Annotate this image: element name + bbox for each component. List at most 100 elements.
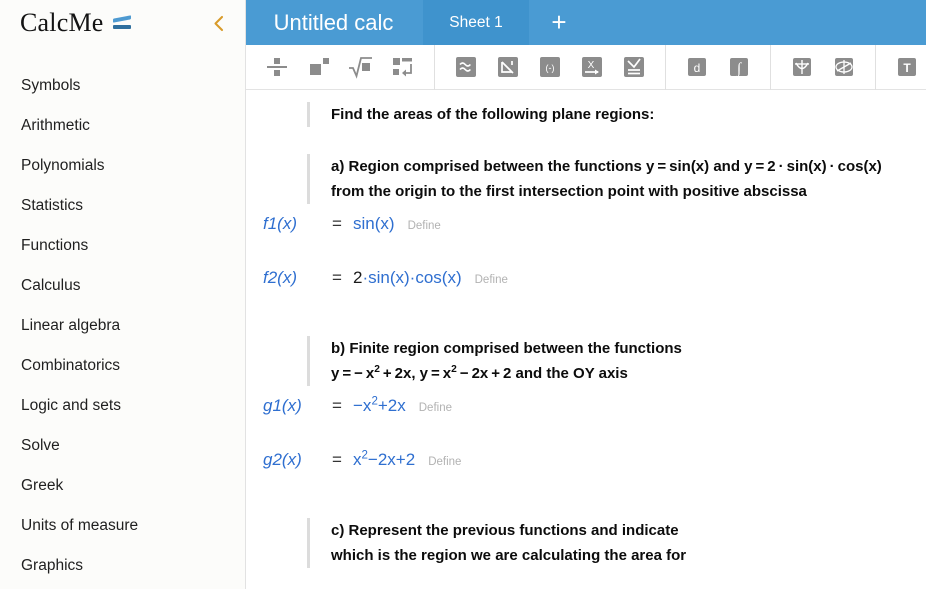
part-b-line-2-a: y = − x xyxy=(331,365,375,382)
formula-g1-a: −x xyxy=(353,396,372,415)
sidebar-item-label: Calculus xyxy=(21,277,81,294)
sidebar-item-logic-and-sets[interactable]: Logic and sets xyxy=(0,386,245,426)
formula-body-f2: 2·sin(x)·cos(x) xyxy=(353,268,462,288)
toolbar: (-) X d ∫ T xyxy=(246,44,926,90)
system-equations-icon[interactable] xyxy=(613,45,655,90)
part-a-line-2: from the origin to the first intersectio… xyxy=(331,183,807,200)
part-b-line-2-c: − 2x + 2 and the OY axis xyxy=(456,365,628,382)
sidebar-item-statistics[interactable]: Statistics xyxy=(0,186,245,226)
sidebar-item-label: Linear algebra xyxy=(21,317,121,334)
part-b-line-2: y = − x2 + 2x, y = x2 − 2x + 2 and the O… xyxy=(331,361,926,386)
toolbar-group-text: T xyxy=(875,44,926,90)
not-symbol-icon[interactable] xyxy=(487,45,529,90)
approx-equal-icon[interactable] xyxy=(445,45,487,90)
part-b-line-1: b) Finite region comprised between the f… xyxy=(331,340,682,357)
define-button-f2[interactable]: Define xyxy=(475,274,508,286)
intro-line-1: Find the areas of the following plane re… xyxy=(331,106,655,123)
formula-body-f1: sin(x) xyxy=(353,214,395,233)
document-title: Untitled calc xyxy=(273,9,394,35)
toolbar-group-relations: (-) X xyxy=(434,44,665,90)
sidebar-item-label: Combinatorics xyxy=(21,357,121,374)
formula-equals-g2: = xyxy=(332,450,342,469)
sidebar-item-label: Arithmetic xyxy=(21,117,90,134)
sidebar-item-greek[interactable]: Greek xyxy=(0,466,245,506)
formula-body-g2: x2−2x+2 xyxy=(353,450,415,470)
sidebar-item-units-of-measure[interactable]: Units of measure xyxy=(0,506,245,546)
equals-slanted-icon xyxy=(112,15,133,31)
assign-variable-icon[interactable]: X xyxy=(571,45,613,90)
sidebar-item-label: Solve xyxy=(21,437,60,454)
main-area: Untitled calc Sheet 1 + (-) X d ∫ T Find… xyxy=(246,0,926,589)
tab-bar: Untitled calc Sheet 1 + xyxy=(246,0,926,45)
svg-text:(-): (-) xyxy=(546,63,555,73)
calc-sheet: Find the areas of the following plane re… xyxy=(246,90,926,589)
define-button-f1[interactable]: Define xyxy=(408,220,441,232)
integral-icon[interactable]: ∫ xyxy=(718,45,760,90)
text-icon[interactable]: T xyxy=(886,45,926,90)
sidebar-header: CalcMe xyxy=(0,0,245,46)
sidebar-item-label: Units of measure xyxy=(21,517,139,534)
sidebar-item-arithmetic[interactable]: Arithmetic xyxy=(0,106,245,146)
toolbar-group-structures xyxy=(246,45,434,90)
svg-text:X: X xyxy=(588,60,595,71)
sidebar-item-symbols[interactable]: Symbols xyxy=(0,66,245,106)
part-c-text-block[interactable]: c) Represent the previous functions and … xyxy=(307,518,926,568)
part-c-line-2: which is the region we are calculating t… xyxy=(331,547,687,564)
formula-g2-b: −2x+2 xyxy=(367,450,416,469)
formula-equals-f2: = xyxy=(332,268,342,287)
derivative-icon[interactable]: d xyxy=(676,45,718,90)
svg-text:T: T xyxy=(903,61,911,75)
sidebar: CalcMe Symbols Arithmetic Polynomials St… xyxy=(0,0,246,589)
plot-2d-icon[interactable] xyxy=(781,45,823,90)
formula-equals-f1: = xyxy=(332,214,342,233)
plus-icon: + xyxy=(551,7,567,37)
tab-document-title[interactable]: Untitled calc xyxy=(246,0,423,45)
intro-text-block[interactable]: Find the areas of the following plane re… xyxy=(307,102,926,127)
sidebar-nav: Symbols Arithmetic Polynomials Statistic… xyxy=(0,46,245,586)
toolbar-group-calculus: d ∫ xyxy=(665,44,770,90)
sidebar-item-label: Greek xyxy=(21,477,64,494)
formula-name-f2: f2(x) xyxy=(263,268,297,287)
superscript-icon[interactable] xyxy=(298,45,340,90)
sidebar-item-calculus[interactable]: Calculus xyxy=(0,266,245,306)
sidebar-item-graphics[interactable]: Graphics xyxy=(0,546,245,586)
formula-row-g1[interactable]: g1(x) = −x2+2x Define xyxy=(246,396,926,450)
part-a-text-block[interactable]: a) Region comprised between the function… xyxy=(307,154,926,204)
interval-icon[interactable]: (-) xyxy=(529,45,571,90)
formula-equals-g1: = xyxy=(332,396,342,415)
toolbar-group-plots xyxy=(770,44,875,90)
part-c-line-1: c) Represent the previous functions and … xyxy=(331,522,679,539)
fraction-icon[interactable] xyxy=(256,45,298,90)
sidebar-item-label: Polynomials xyxy=(21,157,105,174)
formula-name-f1: f1(x) xyxy=(263,214,297,233)
app-logo-text: CalcMe xyxy=(20,8,104,37)
tab-sheet-1[interactable]: Sheet 1 xyxy=(423,0,529,45)
formula-row-f2[interactable]: f2(x) = 2·sin(x)·cos(x) Define xyxy=(246,268,926,322)
formula-f2-rest: ·sin(x)·cos(x) xyxy=(362,268,462,287)
app-logo: CalcMe xyxy=(20,8,133,38)
sidebar-item-solve[interactable]: Solve xyxy=(0,426,245,466)
sidebar-item-functions[interactable]: Functions xyxy=(0,226,245,266)
app-root: CalcMe Symbols Arithmetic Polynomials St… xyxy=(0,0,926,589)
part-a-line-1: a) Region comprised between the function… xyxy=(331,158,882,175)
tab-sheet-1-label: Sheet 1 xyxy=(449,13,503,31)
formula-row-f1[interactable]: f1(x) = sin(x) Define xyxy=(246,214,926,268)
formula-row-g2[interactable]: g2(x) = x2−2x+2 Define xyxy=(246,450,926,504)
formula-body-g1: −x2+2x xyxy=(353,396,406,416)
sidebar-item-combinatorics[interactable]: Combinatorics xyxy=(0,346,245,386)
part-b-line-2-b: + 2x, y = x xyxy=(379,365,452,382)
define-button-g1[interactable]: Define xyxy=(419,402,452,414)
piecewise-icon[interactable] xyxy=(382,45,424,90)
chevron-left-icon[interactable] xyxy=(205,10,231,36)
define-button-g2[interactable]: Define xyxy=(428,456,461,468)
square-root-icon[interactable] xyxy=(340,45,382,90)
sidebar-item-label: Statistics xyxy=(21,197,84,214)
add-sheet-button[interactable]: + xyxy=(529,0,589,45)
sidebar-item-label: Symbols xyxy=(21,77,81,94)
plot-3d-icon[interactable] xyxy=(823,45,865,90)
part-b-text-block[interactable]: b) Finite region comprised between the f… xyxy=(307,336,926,386)
sidebar-item-polynomials[interactable]: Polynomials xyxy=(0,146,245,186)
formula-name-g1: g1(x) xyxy=(263,396,302,415)
formula-name-g2: g2(x) xyxy=(263,450,302,469)
sidebar-item-linear-algebra[interactable]: Linear algebra xyxy=(0,306,245,346)
